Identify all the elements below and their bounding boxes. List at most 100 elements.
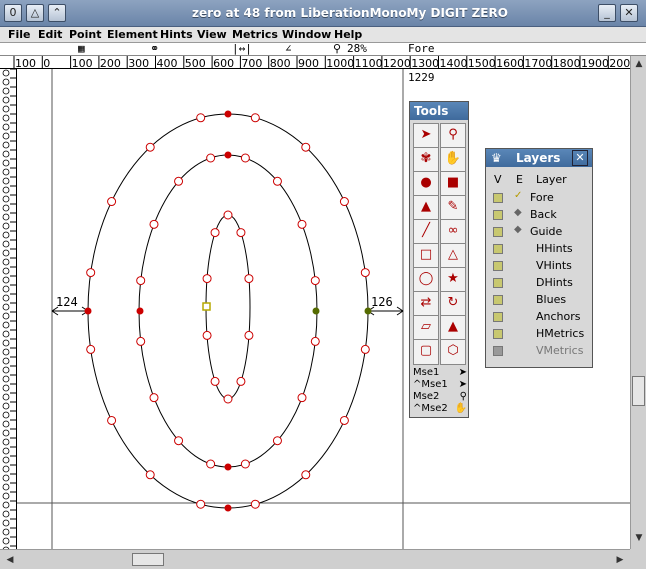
control-point[interactable] [244,274,254,284]
control-point[interactable] [310,336,320,346]
control-point[interactable] [244,330,254,340]
tangent-point-tool[interactable]: ▲ [413,195,439,221]
control-point[interactable] [107,415,117,425]
vertical-scrollbar[interactable]: ▲ ▼ [630,56,646,549]
menu-metrics[interactable]: Metrics [232,28,278,41]
visibility-checkbox[interactable] [493,193,503,203]
perspective-tool[interactable]: ▲ [440,315,466,341]
layer-row-vhints[interactable]: VHints [486,258,592,275]
on-curve-point[interactable] [224,110,232,118]
control-point[interactable] [145,470,155,480]
layer-row-dhints[interactable]: DHints [486,275,592,292]
on-curve-point[interactable] [136,307,144,315]
scroll-tool[interactable]: ✋ [440,147,466,173]
control-point[interactable] [136,276,146,286]
visibility-checkbox[interactable] [493,329,503,339]
control-point[interactable] [301,470,311,480]
polygon-tool[interactable]: △ [440,243,466,269]
control-point[interactable] [310,276,320,286]
on-curve-point[interactable] [224,504,232,512]
menu-point[interactable]: Point [69,28,101,41]
flip-tool[interactable]: ⇄ [413,291,439,317]
menu-edit[interactable]: Edit [38,28,62,41]
control-point[interactable] [196,499,206,509]
control-point[interactable] [240,459,250,469]
control-point[interactable] [223,394,233,404]
scale-tool[interactable]: ▢ [413,339,439,365]
control-point[interactable] [272,436,282,446]
vertical-scroll-thumb[interactable] [632,376,645,406]
horizontal-scrollbar[interactable]: ◀ ▶ [0,549,630,569]
layer-row-back[interactable]: ◆ Back [486,207,592,224]
corner-point-tool[interactable]: ■ [440,171,466,197]
visibility-checkbox[interactable] [493,312,503,322]
control-point[interactable] [210,376,220,386]
diamond-icon[interactable]: ◆ [514,207,522,218]
star-tool[interactable]: ★ [440,267,466,293]
check-icon[interactable]: ✓ [514,190,522,201]
control-point[interactable] [206,153,216,163]
minimize-icon[interactable]: _ [598,4,616,22]
visibility-checkbox[interactable] [493,261,503,271]
control-point[interactable] [174,176,184,186]
menu-hints[interactable]: Hints [160,28,193,41]
start-point[interactable] [202,302,211,311]
control-point[interactable] [149,219,159,229]
scroll-right-icon[interactable]: ▶ [613,553,627,567]
control-point[interactable] [86,344,96,354]
freehand-tool[interactable]: ✾ [413,147,439,173]
control-point[interactable] [339,415,349,425]
on-curve-point[interactable] [84,307,92,315]
control-point[interactable] [339,197,349,207]
size-grip[interactable] [630,549,646,569]
control-point[interactable] [86,268,96,278]
close-icon[interactable]: ✕ [620,4,638,22]
visibility-checkbox[interactable] [493,278,503,288]
control-point[interactable] [196,113,206,123]
scroll-down-icon[interactable]: ▼ [632,531,646,545]
pointer-tool[interactable]: ➤ [413,123,439,149]
control-point[interactable] [206,459,216,469]
restore-icon[interactable]: △ [26,4,44,22]
control-point[interactable] [223,210,233,220]
layer-row-hhints[interactable]: HHints [486,241,592,258]
visibility-checkbox[interactable] [493,346,503,356]
control-point[interactable] [301,142,311,152]
control-point[interactable] [250,113,260,123]
control-point[interactable] [236,376,246,386]
control-point[interactable] [240,153,250,163]
layer-row-anchors[interactable]: Anchors [486,309,592,326]
close-icon[interactable]: ✕ [572,150,588,166]
control-point[interactable] [136,336,146,346]
visibility-checkbox[interactable] [493,210,503,220]
diamond-icon[interactable]: ◆ [514,224,522,235]
magnify-tool[interactable]: ⚲ [440,123,466,149]
pen-tool[interactable]: ✎ [440,195,466,221]
layer-row-blues[interactable]: Blues [486,292,592,309]
layer-row-hmetrics[interactable]: HMetrics [486,326,592,343]
hexagon-tool[interactable]: ⬡ [440,339,466,365]
control-point[interactable] [360,344,370,354]
menu-help[interactable]: Help [334,28,362,41]
control-point[interactable] [202,274,212,284]
horizontal-scroll-thumb[interactable] [132,553,164,566]
control-point[interactable] [297,393,307,403]
control-point[interactable] [202,330,212,340]
menu-window[interactable]: Window [282,28,331,41]
rectangle-tool[interactable]: □ [413,243,439,269]
visibility-checkbox[interactable] [493,244,503,254]
scroll-up-icon[interactable]: ▲ [632,57,646,71]
visibility-checkbox[interactable] [493,295,503,305]
control-point[interactable] [210,228,220,238]
layer-row-guide[interactable]: ◆ Guide [486,224,592,241]
menu-view[interactable]: View [197,28,227,41]
control-point[interactable] [236,228,246,238]
shade-icon[interactable]: ⌃ [48,4,66,22]
control-point[interactable] [149,393,159,403]
knife-tool[interactable]: ∞ [440,219,466,245]
control-point[interactable] [174,436,184,446]
on-curve-point[interactable] [224,463,232,471]
ellipse-tool[interactable]: ◯ [413,267,439,293]
window-menu-button[interactable]: 0 [4,4,22,22]
layer-row-fore[interactable]: ✓ Fore [486,190,592,207]
